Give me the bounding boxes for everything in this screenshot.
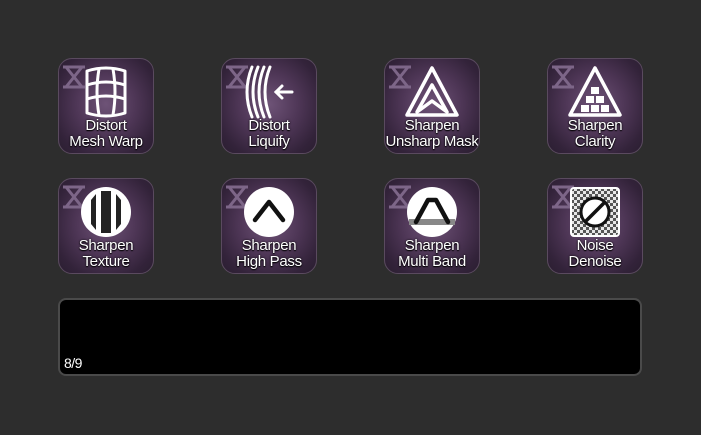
- page-indicator: 8/9: [64, 355, 82, 371]
- multi-band-icon: [407, 187, 457, 237]
- noise-denoise-button[interactable]: Noise Denoise: [547, 178, 643, 274]
- liquify-icon: [245, 65, 294, 119]
- sharpen-unsharp-mask-button[interactable]: Sharpen Unsharp Mask: [384, 58, 480, 154]
- sharpen-texture-button[interactable]: Sharpen Texture: [58, 178, 154, 274]
- button-label: Sharpen Multi Band: [398, 237, 466, 270]
- button-label: Distort Mesh Warp: [69, 117, 143, 150]
- button-label: Sharpen Texture: [78, 237, 134, 270]
- action-grid: Distort Mesh Warp Distort Liquify Sharpe…: [58, 58, 643, 274]
- clarity-icon: [568, 66, 622, 117]
- button-label: Sharpen Unsharp Mask: [385, 117, 479, 150]
- sharpen-multi-band-button[interactable]: Sharpen Multi Band: [384, 178, 480, 274]
- mesh-warp-icon: [85, 66, 127, 118]
- button-label: Sharpen High Pass: [236, 237, 302, 270]
- sharpen-clarity-button[interactable]: Sharpen Clarity: [547, 58, 643, 154]
- button-label: Noise Denoise: [568, 237, 622, 270]
- sharpen-high-pass-button[interactable]: Sharpen High Pass: [221, 178, 317, 274]
- button-label: Distort Liquify: [248, 117, 290, 150]
- denoise-icon: [570, 187, 620, 237]
- high-pass-icon: [244, 187, 294, 237]
- button-label: Sharpen Clarity: [567, 117, 623, 150]
- distort-mesh-warp-button[interactable]: Distort Mesh Warp: [58, 58, 154, 154]
- distort-liquify-button[interactable]: Distort Liquify: [221, 58, 317, 154]
- texture-icon: [81, 187, 131, 237]
- unsharp-mask-icon: [405, 66, 459, 117]
- info-display: 8/9: [58, 298, 642, 376]
